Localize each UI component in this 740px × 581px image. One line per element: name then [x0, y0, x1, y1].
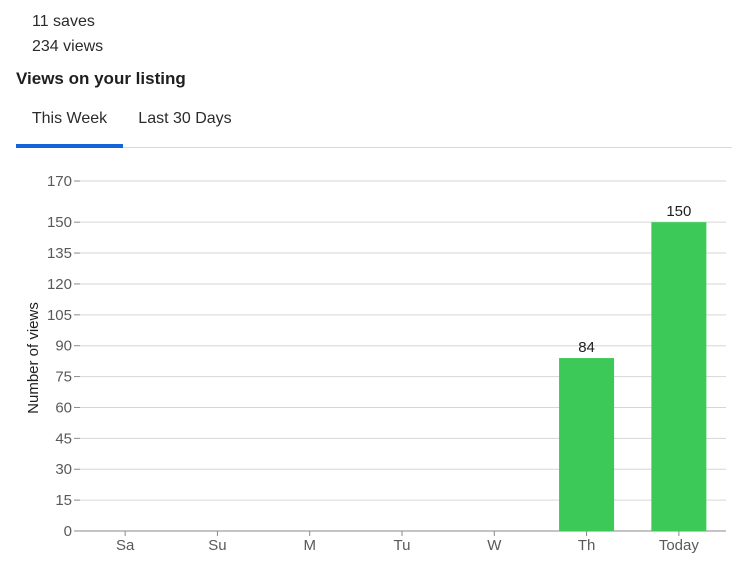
- y-tick-label: 0: [64, 523, 72, 540]
- y-tick-label: 45: [55, 430, 72, 447]
- x-tick-label: Today: [659, 537, 700, 554]
- bar-today: [651, 222, 707, 532]
- x-tick-label: M: [303, 537, 316, 554]
- y-tick-label: 135: [47, 245, 72, 262]
- x-tick-label: Sa: [116, 537, 135, 554]
- x-tick-label: W: [487, 537, 502, 554]
- y-tick-label: 105: [47, 307, 72, 324]
- x-tick-label: Th: [578, 537, 596, 554]
- y-tick-label: 15: [55, 492, 72, 509]
- data-label: 150: [666, 203, 691, 220]
- x-tick-label: Su: [208, 537, 226, 554]
- x-tick-label: Tu: [394, 537, 411, 554]
- y-axis-title: Number of views: [25, 302, 42, 414]
- data-label: 84: [578, 339, 595, 356]
- views-bar-chart: 0 15 30 45 60 75 90 105 120 135 150 170 Sa Su M Tu W Th 84…: [25, 173, 726, 554]
- y-tick-label: 30: [55, 461, 72, 478]
- bar-th: [559, 358, 615, 531]
- y-tick-label: 120: [47, 276, 72, 293]
- y-tick-label: 60: [55, 399, 72, 416]
- y-tick-label: 90: [55, 338, 72, 355]
- y-tick-label: 170: [47, 173, 72, 190]
- y-tick-label: 150: [47, 214, 72, 231]
- y-tick-label: 75: [55, 369, 72, 386]
